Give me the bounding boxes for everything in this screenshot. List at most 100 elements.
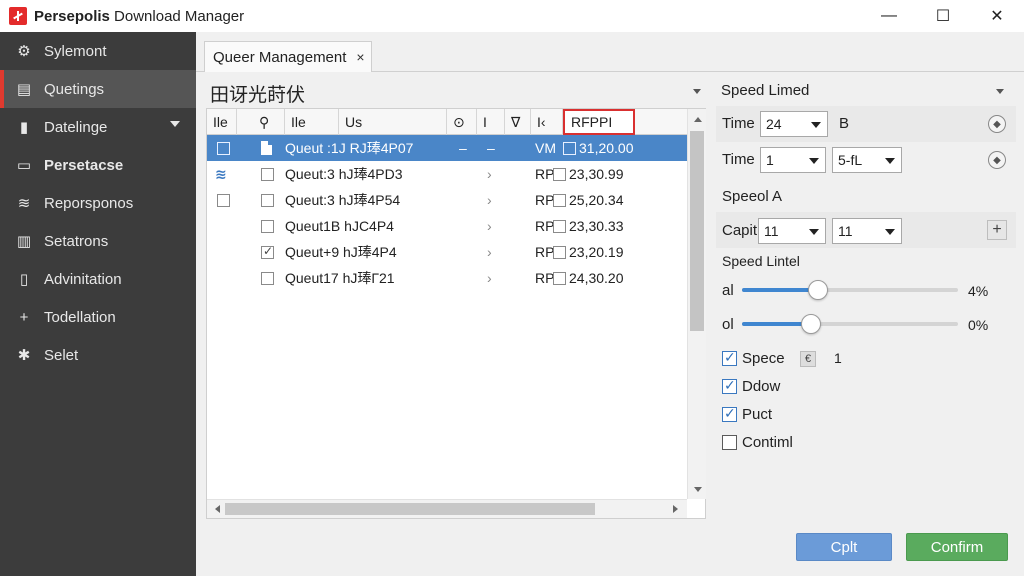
slider-2-label: ol [722, 316, 734, 333]
sidebar-item-advinitation[interactable]: ▯ Advinitation [0, 260, 196, 298]
column-header-ile-2[interactable]: Ile [285, 109, 339, 135]
slider-1-fill [742, 288, 818, 292]
sidebar-item-sylemont[interactable]: ⚙ Sylemont [0, 32, 196, 70]
scroll-right-icon[interactable] [673, 505, 678, 513]
queue-icon: ▤ [16, 81, 32, 98]
row-flag-checkbox[interactable] [553, 167, 566, 181]
sidebar-item-selet[interactable]: ✱ Selet [0, 336, 196, 374]
title-bar: Persepolis Download Manager — ☐ ✕ [0, 0, 1024, 32]
row-checkbox[interactable] [261, 271, 274, 285]
row-value: 23,20.19 [569, 244, 624, 260]
row-col3: RP [535, 166, 555, 182]
capit-label: Capit [722, 222, 758, 239]
time-unit-label: B [839, 115, 850, 132]
sidebar-item-label: Sylemont [44, 42, 107, 60]
minimize-button[interactable]: — [862, 0, 916, 32]
row-select-checkbox[interactable] [217, 193, 230, 207]
column-header-ile[interactable]: Ile [207, 109, 237, 135]
vertical-scrollbar[interactable] [687, 109, 706, 499]
chevron-down-icon[interactable] [170, 121, 180, 127]
table-row[interactable]: Queut17 hJ琫Г21 › RP 24,30.20 [207, 265, 687, 291]
chevron-down-icon [811, 122, 821, 128]
expand-icon[interactable]: ◆ [988, 115, 1006, 133]
sidebar-item-label: Reporsponos [44, 194, 134, 212]
sidebar-item-quetings[interactable]: ▤ Quetings [0, 70, 196, 108]
puct-checkbox[interactable] [722, 405, 737, 422]
filter-icon[interactable]: ∇ [505, 109, 531, 135]
sidebar-item-persetacse[interactable]: ▭ Persetacse [0, 146, 196, 184]
add-button[interactable]: + [987, 220, 1007, 240]
row-flag-checkbox[interactable] [553, 245, 566, 259]
speed-limit-label: Speed Lintel [722, 253, 800, 269]
scroll-down-icon[interactable] [694, 487, 702, 492]
layers-icon: ≋ [17, 195, 31, 212]
speed-slider-1[interactable] [742, 280, 958, 300]
chevron-down-icon[interactable] [693, 89, 701, 94]
close-tab-icon[interactable]: × [356, 49, 364, 65]
slider-2-thumb[interactable] [801, 314, 821, 334]
link-icon[interactable]: ⚲ [237, 109, 285, 135]
row-checkbox[interactable] [261, 193, 274, 207]
horizontal-scroll-thumb[interactable] [225, 503, 595, 515]
maximize-button[interactable]: ☐ [916, 0, 970, 32]
time-select-1[interactable]: 24 [760, 111, 828, 137]
ddow-checkbox[interactable] [722, 377, 737, 394]
row-value: 23,30.33 [569, 218, 624, 234]
sidebar-item-label: Setatrons [44, 232, 109, 250]
column-header-i[interactable]: I [477, 109, 505, 135]
row-flag-checkbox[interactable] [553, 193, 566, 207]
time-select-2[interactable]: 1 [760, 147, 826, 173]
column-header-us[interactable]: Us [339, 109, 447, 135]
sidebar-item-datelinge[interactable]: ▮ Datelinge [0, 108, 196, 146]
row-checkbox[interactable] [261, 244, 274, 259]
table-row[interactable]: Queut1B hJC4P4 › RP 23,30.33 [207, 213, 687, 239]
contiml-label: Contiml [742, 434, 793, 451]
chevron-down-icon[interactable] [996, 89, 1004, 94]
table-header: Ile ⚲ Ile Us ⊙ I ∇ I‹ RFPPI [207, 109, 687, 135]
capit-select-1[interactable]: 11 [758, 218, 826, 244]
row-name: Queut+9 hJ琫4P4 [285, 244, 397, 260]
row-value: 24,30.20 [569, 270, 624, 286]
table-row[interactable]: Queut+9 hJ琫4P4 › RP 23,20.19 [207, 239, 687, 265]
time-select-3[interactable]: 5-fL [832, 147, 902, 173]
row-name: Queut:3 hJ琫4P54 [285, 192, 401, 208]
row-value: 25,20.34 [569, 192, 624, 208]
contiml-checkbox[interactable] [722, 435, 737, 450]
column-header-ik[interactable]: I‹ [531, 109, 563, 135]
scroll-up-icon[interactable] [694, 117, 702, 122]
confirm-button[interactable]: Confirm [906, 533, 1008, 561]
row-col3: VM [535, 140, 556, 156]
speed-slider-2[interactable] [742, 314, 958, 334]
status-icon[interactable]: ⊙ [447, 109, 477, 135]
row-checkbox[interactable] [261, 167, 274, 181]
row-flag-checkbox[interactable] [553, 219, 566, 233]
row-name: Queut:3 hJ琫4PD3 [285, 166, 403, 182]
plus-icon: + [19, 308, 29, 326]
horizontal-scrollbar[interactable] [207, 499, 687, 518]
row-flag-checkbox[interactable] [553, 271, 566, 285]
spece-checkbox[interactable] [722, 349, 737, 366]
queue-table: Ile ⚲ Ile Us ⊙ I ∇ I‹ RFPPI Queut :1J RJ… [206, 108, 706, 519]
sidebar-item-reporsponos[interactable]: ≋ Reporsponos [0, 184, 196, 222]
slider-1-value: 4% [968, 283, 989, 299]
column-header-rfppi[interactable]: RFPPI [563, 109, 635, 135]
cancel-button[interactable]: Cplt [796, 533, 892, 561]
vertical-scroll-thumb[interactable] [690, 131, 704, 331]
row-checkbox[interactable] [261, 219, 274, 233]
row-checkbox[interactable] [217, 141, 230, 155]
close-window-button[interactable]: ✕ [970, 0, 1024, 32]
table-row[interactable]: ≋ Queut:3 hJ琫4PD3 › RP 23,30.99 [207, 161, 687, 187]
tab-queer-management[interactable]: Queer Management × [204, 41, 372, 72]
sidebar-item-setatrons[interactable]: ▥ Setatrons [0, 222, 196, 260]
sidebar-item-todellation[interactable]: + Todellation [0, 298, 196, 336]
scroll-left-icon[interactable] [215, 505, 220, 513]
row-name: Queut1B hJC4P4 [285, 218, 394, 234]
settings-icon: ⚙ [17, 43, 31, 60]
slider-1-thumb[interactable] [808, 280, 828, 300]
row-flag-checkbox[interactable] [563, 141, 576, 155]
table-row[interactable]: Queut:3 hJ琫4P54 › RP 25,20.34 [207, 187, 687, 213]
capit-select-2[interactable]: 11 [832, 218, 902, 244]
expand-icon[interactable]: ◆ [988, 151, 1006, 169]
table-row[interactable]: Queut :1J RJ琫4P07 – – VM 31,20.00 [207, 135, 687, 161]
row-col3: RP [535, 218, 555, 234]
